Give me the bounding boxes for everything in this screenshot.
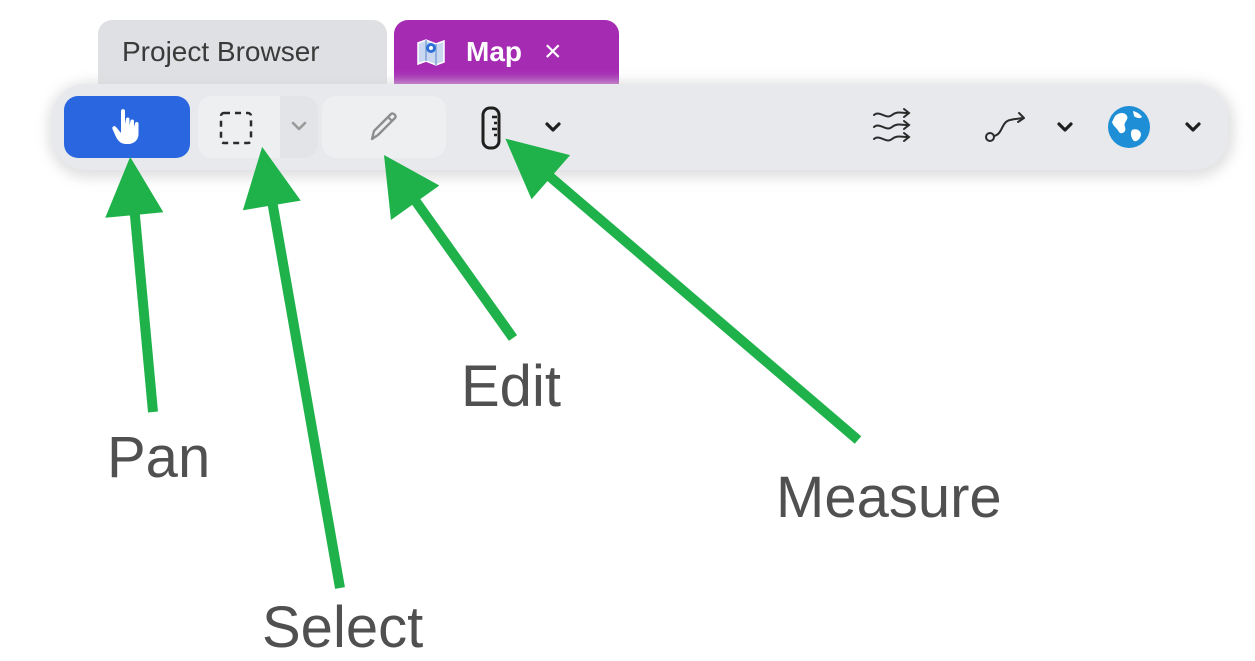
edit-arrow (407, 193, 518, 341)
annotation-edit: Edit (461, 354, 561, 419)
annotation-pan: Pan (107, 425, 211, 490)
annotation-select: Select (262, 595, 424, 660)
measure-arrow (544, 171, 862, 444)
pan-arrow (129, 204, 158, 413)
select-arrow (266, 194, 345, 589)
annotation-arrows (105, 138, 862, 589)
annotation-measure: Measure (776, 465, 1002, 530)
